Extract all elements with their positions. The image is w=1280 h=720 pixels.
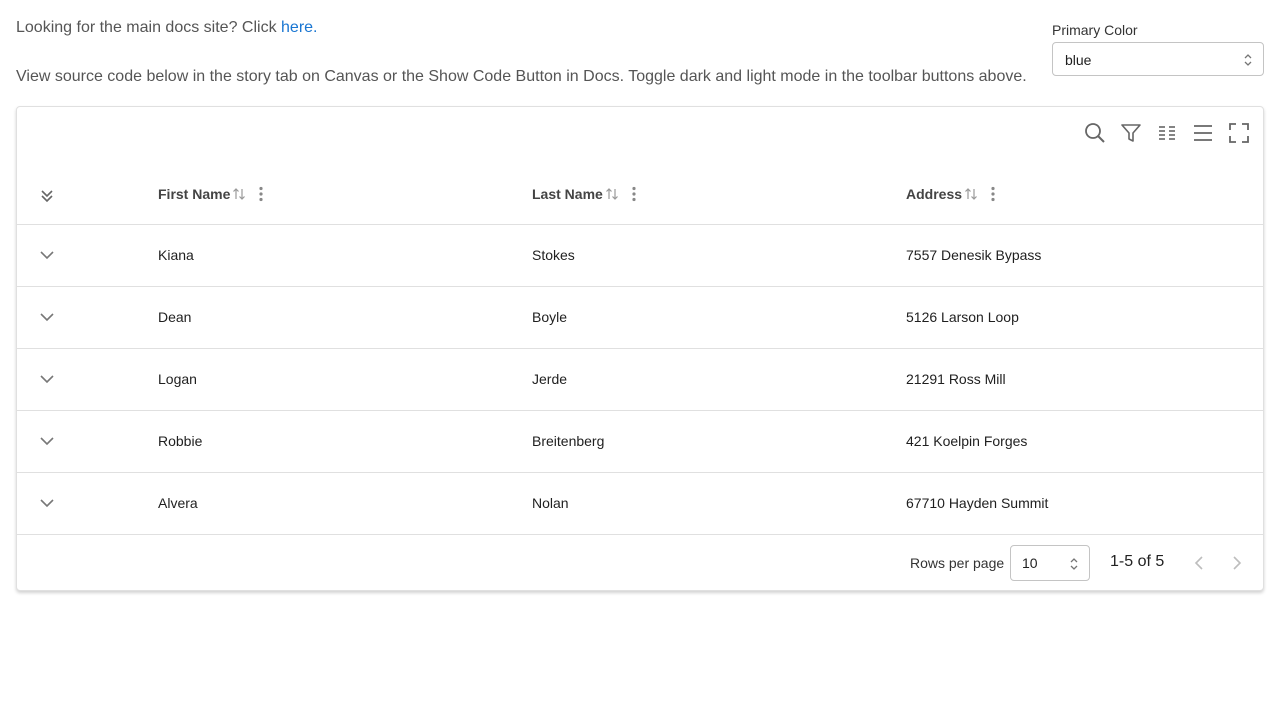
previous-page-icon[interactable] [1187, 551, 1211, 575]
column-header-label: Last Name [532, 186, 603, 202]
column-header-label: First Name [158, 186, 231, 202]
primary-color-picker: Primary Color blue [1052, 21, 1264, 76]
cell-first-name: Logan [158, 371, 197, 387]
filter-icon[interactable] [1119, 119, 1143, 147]
density-icon[interactable] [1191, 119, 1215, 147]
cell-first-name: Robbie [158, 433, 203, 449]
cell-last-name: Stokes [532, 247, 575, 263]
column-header-address[interactable]: Address [906, 182, 996, 206]
table-toolbar [1083, 119, 1251, 147]
docs-link[interactable]: here. [281, 19, 317, 36]
chevron-down-icon[interactable] [37, 429, 57, 453]
pagination-range: 1-5 of 5 [1110, 553, 1165, 570]
rows-per-page-label: Rows per page [910, 555, 1005, 571]
table-row: Alvera Nolan 67710 Hayden Summit [17, 472, 1263, 534]
primary-color-label: Primary Color [1052, 22, 1138, 38]
docs-notice-text: Looking for the main docs site? Click [16, 19, 282, 36]
next-page-icon[interactable] [1225, 551, 1249, 575]
cell-address: 7557 Denesik Bypass [906, 247, 1042, 263]
cell-address: 5126 Larson Loop [906, 309, 1019, 325]
cell-first-name: Alvera [158, 495, 198, 511]
column-header-last-name[interactable]: Last Name [532, 182, 637, 206]
data-table: First Name Last Name Address Kiana Stoke… [16, 106, 1264, 591]
table-header: First Name Last Name Address [17, 164, 1263, 225]
cell-address: 67710 Hayden Summit [906, 495, 1049, 511]
cell-last-name: Boyle [532, 309, 568, 325]
rows-per-page-select[interactable]: 10 [1010, 545, 1090, 581]
column-menu-icon[interactable] [990, 186, 996, 202]
select-arrows-icon [1243, 43, 1253, 77]
column-header-first-name[interactable]: First Name [158, 182, 264, 206]
cell-address: 421 Koelpin Forges [906, 433, 1028, 449]
search-icon[interactable] [1083, 119, 1107, 147]
primary-color-select[interactable]: blue [1052, 42, 1264, 76]
table-footer: Rows per page 10 1-5 of 5 [17, 534, 1263, 591]
table-row: Kiana Stokes 7557 Denesik Bypass [17, 224, 1263, 287]
cell-first-name: Kiana [158, 247, 194, 263]
expand-all-icon[interactable] [37, 184, 57, 208]
instructions-text: View source code below in the story tab … [16, 68, 1027, 85]
table-row: Dean Boyle 5126 Larson Loop [17, 286, 1263, 349]
sort-icon[interactable] [232, 187, 246, 201]
chevron-down-icon[interactable] [37, 491, 57, 515]
column-header-label: Address [906, 186, 963, 202]
chevron-down-icon[interactable] [37, 243, 57, 267]
table-row: Logan Jerde 21291 Ross Mill [17, 348, 1263, 411]
docs-notice: Looking for the main docs site? Click he… [16, 19, 317, 37]
chevron-down-icon[interactable] [37, 305, 57, 329]
cell-last-name: Breitenberg [532, 433, 605, 449]
table-row: Robbie Breitenberg 421 Koelpin Forges [17, 410, 1263, 473]
rows-per-page-value: 10 [1022, 555, 1038, 571]
sort-icon[interactable] [964, 187, 978, 201]
column-menu-icon[interactable] [258, 186, 264, 202]
fullscreen-icon[interactable] [1227, 119, 1251, 147]
primary-color-value: blue [1065, 52, 1092, 68]
sort-icon[interactable] [605, 187, 619, 201]
cell-last-name: Jerde [532, 371, 568, 387]
select-arrows-icon [1069, 546, 1079, 580]
cell-address: 21291 Ross Mill [906, 371, 1006, 387]
column-menu-icon[interactable] [631, 186, 637, 202]
cell-last-name: Nolan [532, 495, 569, 511]
columns-icon[interactable] [1155, 119, 1179, 147]
cell-first-name: Dean [158, 309, 192, 325]
chevron-down-icon[interactable] [37, 367, 57, 391]
